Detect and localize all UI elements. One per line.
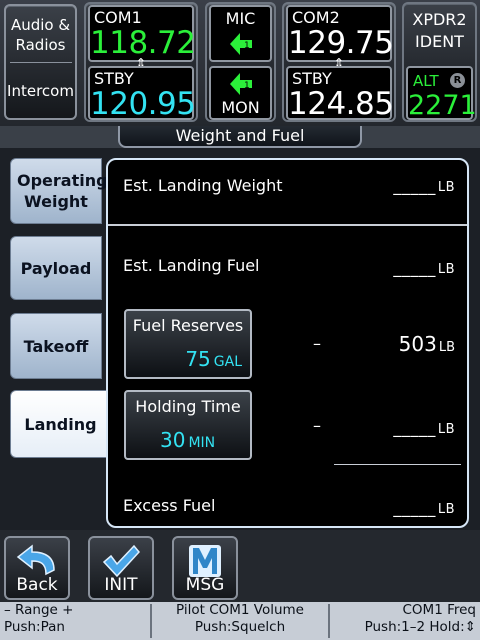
svg-text:1: 1: [244, 41, 250, 51]
fuel-reserves-result: 503 LB: [399, 332, 455, 356]
audio-label-line2: Radios: [15, 36, 66, 54]
tab-payload[interactable]: Payload: [10, 236, 102, 300]
tab-takeoff-label: Takeoff: [23, 336, 89, 356]
fuel-reserves-number: 75: [185, 347, 211, 371]
msg-button[interactable]: MSG: [172, 536, 238, 600]
tab-payload-label: Payload: [20, 258, 92, 278]
mic-title: MIC: [225, 9, 256, 28]
fuel-reserves-unit: GAL: [213, 354, 242, 370]
com1-block[interactable]: COM1 118.72 ⇕ STBY 120.95: [84, 2, 198, 122]
tab-landing[interactable]: Landing: [10, 390, 110, 458]
est-landing-weight-unit: LB: [437, 180, 455, 195]
fuel-reserves-result-number: 503: [398, 332, 437, 356]
holding-time-label: Holding Time: [135, 397, 241, 416]
ident-label[interactable]: IDENT: [404, 32, 475, 51]
com2-standby[interactable]: STBY 124.85: [286, 66, 394, 122]
com1-standby-freq: 120.95: [90, 86, 196, 122]
status-middle: Pilot COM1 Volume Push:Squelch: [152, 602, 328, 640]
com2-active-freq: 129.75: [288, 25, 394, 61]
xpdr-code: 2271: [408, 90, 477, 121]
audio-divider: [10, 62, 72, 63]
xpdr-code-box[interactable]: ALT R 2271: [406, 66, 477, 121]
mic-mon-block[interactable]: MIC 1 1 MON: [205, 2, 276, 122]
holding-time-operator: –: [313, 416, 321, 435]
checkmark-icon: [102, 544, 140, 578]
excess-fuel-label: Excess Fuel: [123, 496, 216, 515]
excess-fuel-value: _____ LB: [393, 498, 455, 517]
mon-button[interactable]: 1 MON: [209, 66, 272, 120]
com1-active-freq: 118.72: [90, 25, 196, 61]
com2-standby-freq: 124.85: [288, 86, 394, 122]
xpdr-reply-indicator: R: [450, 73, 465, 88]
xpdr-title: XPDR2: [412, 10, 467, 29]
init-label: INIT: [104, 575, 138, 595]
back-button[interactable]: Back: [4, 536, 70, 600]
softkey-bar: [0, 530, 480, 602]
est-landing-fuel-dashes: _____: [393, 258, 436, 277]
status-mid-line2: Push:Squelch: [194, 619, 286, 635]
section-divider: [108, 224, 467, 226]
com1-active[interactable]: COM1 118.72: [88, 5, 196, 62]
status-left-line1: – Range +: [4, 602, 74, 618]
intercom-label: Intercom: [7, 82, 74, 100]
fuel-reserves-value: 75 GAL: [185, 347, 242, 371]
landing-panel: Est. Landing Weight _____ LB Est. Landing…: [106, 158, 469, 528]
msg-label: MSG: [185, 575, 225, 595]
status-right-line1: COM1 Freq: [402, 602, 477, 618]
tab-takeoff[interactable]: Takeoff: [10, 313, 102, 379]
xpdr-block[interactable]: XPDR2 IDENT ALT R 2271: [402, 2, 477, 122]
com1-standby[interactable]: STBY 120.95: [88, 66, 196, 122]
audio-radios-button[interactable]: Audio & Radios Intercom: [4, 4, 77, 120]
tab-landing-label: Landing: [24, 414, 97, 434]
sum-divider: [334, 464, 461, 465]
status-left: – Range + Push:Pan: [4, 602, 144, 640]
est-landing-fuel-value: _____ LB: [393, 258, 455, 277]
holding-time-result-unit: LB: [437, 422, 455, 437]
status-mid-line1: Pilot COM1 Volume: [176, 602, 304, 618]
com1-mon-icon: 1: [230, 73, 252, 95]
fuel-reserves-operator: –: [313, 334, 321, 353]
init-button[interactable]: INIT: [88, 536, 154, 600]
fuel-reserves-button[interactable]: Fuel Reserves 75 GAL: [124, 309, 252, 379]
tab-operating-weight[interactable]: Operating Weight: [10, 158, 108, 224]
page-title: Weight and Fuel: [118, 126, 362, 148]
est-landing-weight-value: _____ LB: [393, 176, 455, 195]
est-landing-fuel-label: Est. Landing Fuel: [123, 256, 260, 275]
mic-button[interactable]: MIC 1: [209, 5, 272, 62]
mon-label: MON: [221, 98, 260, 117]
back-label: Back: [16, 575, 58, 595]
xpdr-mode: ALT: [413, 72, 439, 90]
est-landing-weight-dashes: _____: [393, 176, 436, 195]
com2-active[interactable]: COM2 129.75: [286, 5, 394, 62]
status-right: COM1 Freq Push:1–2 Hold:⇕: [330, 602, 476, 640]
audio-label-line1: Audio &: [10, 16, 71, 34]
holding-time-number: 30: [160, 428, 186, 452]
com2-block[interactable]: COM2 129.75 ⇕ STBY 124.85: [282, 2, 396, 122]
est-landing-weight-label: Est. Landing Weight: [123, 176, 283, 195]
holding-time-result: _____ LB: [393, 418, 455, 437]
status-left-line2: Push:Pan: [4, 619, 65, 635]
holding-time-value: 30 MIN: [160, 428, 215, 452]
fuel-reserves-result-unit: LB: [438, 340, 455, 355]
excess-fuel-unit: LB: [437, 502, 455, 517]
holding-time-result-dashes: _____: [393, 418, 436, 437]
svg-text:1: 1: [244, 81, 250, 91]
com1-mic-icon: 1: [230, 33, 252, 55]
status-right-line2: Push:1–2 Hold:⇕: [364, 619, 476, 635]
holding-time-button[interactable]: Holding Time 30 MIN: [124, 390, 252, 460]
est-landing-fuel-unit: LB: [437, 262, 455, 277]
m-letter-icon: [189, 545, 221, 577]
fuel-reserves-label: Fuel Reserves: [132, 316, 244, 335]
tab-operating-weight-label: Operating Weight: [17, 171, 108, 211]
holding-time-unit: MIN: [188, 435, 216, 451]
excess-fuel-dashes: _____: [393, 498, 436, 517]
